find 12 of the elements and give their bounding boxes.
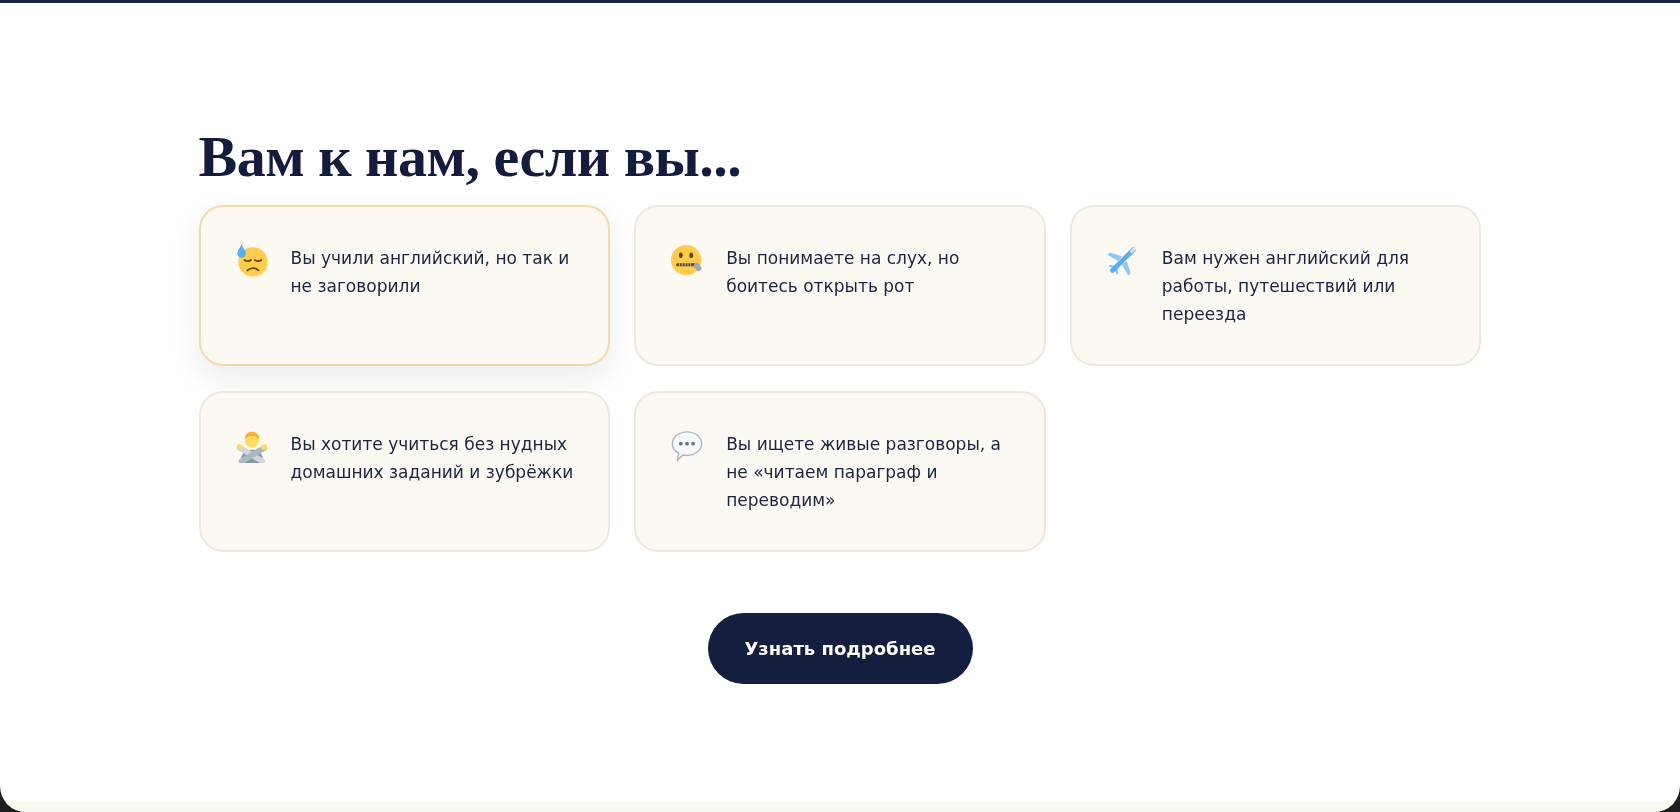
card-text: Вы понимаете на слух, но боитесь открыть рот	[726, 247, 961, 298]
card-text: Вы хотите учиться без нудных домашних заданий и зубрёжки	[290, 433, 575, 484]
person-crossed-arms-icon	[234, 429, 269, 463]
section-heading: Вам к нам, если вы...	[198, 125, 742, 189]
speech-bubble-icon	[670, 429, 705, 463]
card-text: Вы учили английский, но так и не заговорили	[290, 247, 571, 298]
airplane-icon	[1105, 243, 1140, 277]
zipper-mouth-face-icon	[670, 243, 705, 277]
sweat-face-icon	[234, 243, 269, 277]
card-text: Вы ищете живые разговоры, а не «читаем параграф и переводим»	[726, 433, 1003, 512]
card-text: Вам нужен английский для работы, путешествий или переезда	[1161, 247, 1410, 326]
learn-more-button[interactable]: Узнать подробнее	[707, 613, 973, 684]
